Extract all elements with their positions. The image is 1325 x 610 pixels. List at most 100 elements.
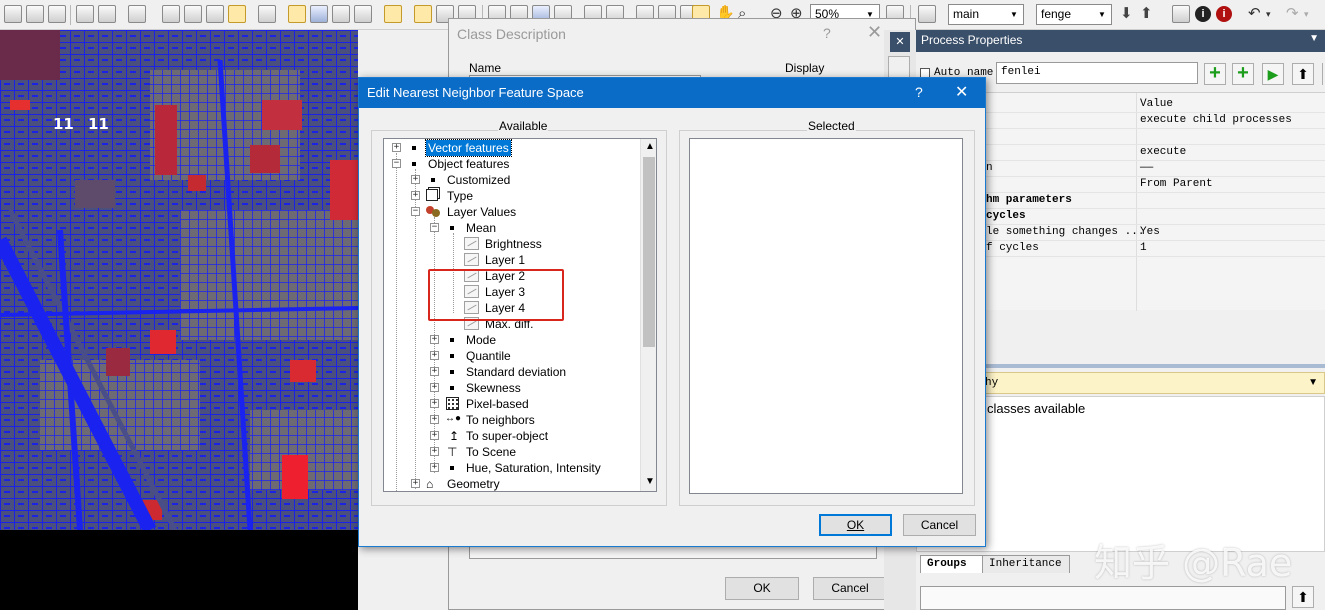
tree-item-layer-values[interactable]: − Layer Values [384, 204, 656, 220]
tree-item-mean[interactable]: − Mean [384, 220, 656, 236]
cancel-button[interactable]: Cancel [813, 577, 887, 600]
tab-inheritance[interactable]: Inheritance [982, 555, 1070, 573]
new-window-icon[interactable] [76, 5, 94, 23]
pixel-view-icon[interactable] [384, 5, 402, 23]
view-samples-icon[interactable] [332, 5, 350, 23]
tree-item-standard-deviation[interactable]: + Standard deviation [384, 364, 656, 380]
tree-item-type[interactable]: + Type [384, 188, 656, 204]
tree-item-quantile[interactable]: + Quantile [384, 348, 656, 364]
chevron-down-icon[interactable]: ▾ [1304, 4, 1309, 24]
image-view[interactable]: 11 11 [0, 30, 358, 530]
tab-groups[interactable]: Groups [920, 555, 984, 573]
geometry-icon: ⌂ [426, 477, 434, 491]
globe-icon[interactable] [258, 5, 276, 23]
close-button[interactable]: ✕ [955, 82, 968, 102]
expand-icon[interactable]: + [411, 175, 420, 184]
scroll-down-icon[interactable]: ▼ [645, 476, 655, 487]
tree-item-to-neighbors[interactable]: + ↔● To neighbors [384, 412, 656, 428]
undo-icon[interactable]: ↶ [1248, 4, 1261, 24]
expand-icon[interactable]: + [430, 335, 439, 344]
selected-features-list[interactable] [689, 138, 963, 494]
layer-icon[interactable] [128, 5, 146, 23]
collapse-icon[interactable]: − [392, 159, 401, 168]
tree-item-brightness[interactable]: Brightness [384, 236, 656, 252]
ok-button[interactable]: OK [725, 577, 799, 600]
class-desc-side-button[interactable] [888, 56, 910, 78]
process-name-input[interactable]: fenlei [996, 62, 1198, 84]
chevron-down-icon[interactable]: ▾ [1266, 4, 1271, 24]
view-outline-icon[interactable] [354, 5, 372, 23]
window-icon[interactable] [1172, 5, 1190, 23]
tree-item-skewness[interactable]: + Skewness [384, 380, 656, 396]
tree-item-mode[interactable]: + Mode [384, 332, 656, 348]
expand-icon[interactable]: + [392, 143, 401, 152]
help-button[interactable]: ? [915, 84, 923, 100]
tree-item-pixel-based[interactable]: + Pixel-based [384, 396, 656, 412]
highlight-box [428, 269, 564, 321]
tree-item-object-features[interactable]: − Object features [384, 156, 656, 172]
map-label: 11 [53, 115, 74, 133]
collapse-icon[interactable]: − [430, 223, 439, 232]
expand-icon[interactable]: + [430, 351, 439, 360]
chevron-down-icon[interactable]: ▼ [1309, 33, 1319, 44]
expand-icon[interactable]: + [411, 479, 420, 488]
import-icon[interactable] [98, 5, 116, 23]
expand-icon[interactable]: + [430, 447, 439, 456]
pin-icon[interactable]: ✕ [890, 32, 910, 52]
execute-icon[interactable]: ▶ [1262, 63, 1284, 85]
tree-item-geometry[interactable]: + ⌂ Geometry [384, 476, 656, 491]
expand-icon[interactable]: + [430, 367, 439, 376]
bullet-icon [431, 178, 435, 182]
chevron-down-icon: ▼ [1308, 377, 1318, 388]
add-icon[interactable]: + [1204, 63, 1226, 85]
add-child-icon[interactable]: + [1232, 63, 1254, 85]
arrow-up-icon[interactable]: ⬆ [1292, 586, 1314, 608]
help-button[interactable]: ? [823, 25, 831, 41]
scroll-up-icon[interactable]: ▲ [645, 141, 655, 152]
tree-item-layer1[interactable]: Layer 1 [384, 252, 656, 268]
tree-item-hsi[interactable]: + Hue, Saturation, Intensity [384, 460, 656, 476]
expand-icon[interactable]: + [430, 431, 439, 440]
open-folder-icon[interactable] [26, 5, 44, 23]
tree-item-customized[interactable]: + Customized [384, 172, 656, 188]
save-icon[interactable] [48, 5, 66, 23]
view-layer-icon[interactable] [310, 5, 328, 23]
close-button[interactable]: ✕ [867, 22, 882, 43]
step3-icon[interactable] [206, 5, 224, 23]
view-classification-icon[interactable] [288, 5, 306, 23]
tree-scrollbar[interactable]: ▲ ▼ [640, 139, 656, 491]
bullet-icon [450, 338, 454, 342]
tree-item-label: Mode [466, 333, 497, 347]
property-name: f cycles [986, 242, 1039, 254]
redo-icon[interactable]: ↷ [1286, 4, 1299, 24]
arrow-up-icon[interactable]: ⬆ [1292, 63, 1314, 85]
expand-icon[interactable]: + [430, 383, 439, 392]
step1-icon[interactable] [162, 5, 180, 23]
chevron-down-icon: ▼ [1098, 10, 1106, 19]
step4-icon[interactable] [228, 5, 246, 23]
expand-icon[interactable]: + [411, 191, 420, 200]
collapse-icon[interactable]: − [411, 207, 420, 216]
expand-icon[interactable]: + [430, 463, 439, 472]
map-select[interactable]: main ▼ [948, 4, 1024, 25]
expand-icon[interactable]: + [430, 399, 439, 408]
step2-icon[interactable] [184, 5, 202, 23]
scroll-thumb[interactable] [643, 157, 655, 347]
bullet-icon [450, 386, 454, 390]
expand-icon[interactable]: + [430, 415, 439, 424]
cancel-button[interactable]: Cancel [903, 514, 976, 536]
arrow-down-icon[interactable]: ⬇ [1120, 4, 1133, 24]
show-outlines-icon[interactable] [414, 5, 432, 23]
delete-level-icon[interactable] [918, 5, 936, 23]
arrow-up-icon[interactable]: ⬆ [1140, 4, 1153, 24]
ok-button[interactable]: OK [819, 514, 892, 536]
panel-title: Process Properties [921, 33, 1023, 47]
image-layer-select[interactable]: fenge ▼ [1036, 4, 1112, 25]
open-project-icon[interactable] [4, 5, 22, 23]
tree-item-to-scene[interactable]: + ⊤ To Scene [384, 444, 656, 460]
info-icon[interactable]: i [1195, 6, 1211, 22]
tree-item-vector-features[interactable]: + Vector features [384, 139, 656, 157]
tree-item-to-super-object[interactable]: + ↥ To super-object [384, 428, 656, 444]
process-name-value: fenlei [1001, 66, 1041, 78]
help-icon[interactable]: i [1216, 6, 1232, 22]
